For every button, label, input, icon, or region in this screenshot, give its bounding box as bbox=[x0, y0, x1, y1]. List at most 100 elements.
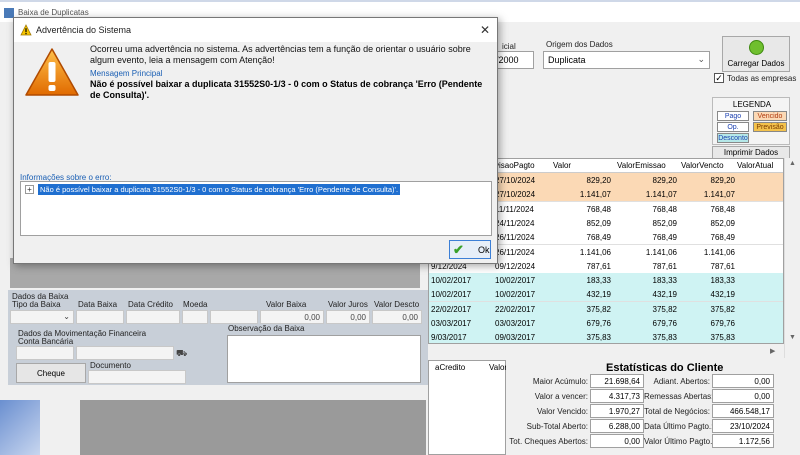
col-header[interactable]: ValorEmissao bbox=[617, 161, 666, 170]
stat-label: Total de Negócios: bbox=[644, 407, 710, 416]
stat-label: Maior Acúmulo: bbox=[532, 377, 588, 386]
grid-vertical-scrollbar[interactable]: ▲ ▼ bbox=[784, 158, 798, 358]
expand-icon[interactable]: + bbox=[25, 185, 34, 194]
table-cell: 679,76 bbox=[652, 319, 677, 328]
table-cell: 24/11/2024 bbox=[495, 218, 535, 228]
scroll-down-icon[interactable]: ▼ bbox=[789, 334, 796, 341]
carregar-dados-button[interactable]: Carregar Dados bbox=[722, 36, 790, 72]
desktop-background bbox=[0, 400, 40, 455]
table-cell: 768,48 bbox=[652, 204, 677, 214]
table-row[interactable]: 22/02/2017 375,82 375,82 375,82 22/02/2017 bbox=[429, 301, 783, 317]
valor-baixa-label: Valor Baixa bbox=[266, 300, 307, 309]
table-cell: 183,33 bbox=[710, 276, 735, 286]
observacao-textarea[interactable] bbox=[227, 335, 421, 383]
table-cell: 829,20 bbox=[652, 176, 677, 185]
stat-label: Valor Último Pagto.: bbox=[644, 437, 715, 446]
table-cell: 768,48 bbox=[586, 204, 611, 214]
grid-horizontal-scrollbar[interactable]: ▶ bbox=[428, 344, 784, 358]
data-credito-label: Data Crédito bbox=[128, 300, 173, 309]
legend-op: Op. bbox=[717, 122, 749, 132]
table-cell: 787,61 bbox=[652, 261, 677, 271]
stat-label: Valor Vencido: bbox=[537, 407, 588, 416]
stat-label: Remessas Abertas: bbox=[644, 392, 714, 401]
valor-descto-field[interactable]: 0,00 bbox=[372, 310, 422, 324]
valor-juros-label: Valor Juros bbox=[328, 300, 368, 309]
table-cell: 183,33 bbox=[586, 276, 611, 286]
origem-label: Origem dos Dados bbox=[546, 40, 613, 49]
moeda-desc-field[interactable] bbox=[210, 310, 258, 324]
col-header[interactable]: aCredito bbox=[435, 363, 465, 372]
table-row[interactable]: 10/02/2017 183,33 183,33 183,33 10/02/2017 bbox=[429, 273, 783, 289]
table-cell: 22/02/2017 bbox=[495, 304, 536, 314]
table-cell: 1.141,07 bbox=[703, 190, 735, 200]
table-cell: 183,33 bbox=[652, 276, 677, 286]
stat-label: Sub-Total Aberto: bbox=[526, 422, 588, 431]
chevron-down-icon: ⌄ bbox=[697, 54, 705, 64]
legend-desconto: Desconto bbox=[717, 133, 749, 143]
car-icon[interactable]: ⛟ bbox=[176, 348, 187, 360]
todas-empresas-checkbox[interactable]: ✓ bbox=[714, 73, 724, 83]
stat-label: Adiant. Abertos: bbox=[653, 377, 710, 386]
origem-value: Duplicata bbox=[548, 55, 586, 65]
dialog-message: Ocorreu uma advertência no sistema. As a… bbox=[90, 44, 471, 65]
table-row[interactable]: 03/03/2017 679,76 679,76 679,76 03/03/2017 bbox=[429, 316, 783, 331]
table-cell: 852,09 bbox=[652, 218, 677, 228]
origem-select[interactable]: Duplicata ⌄ bbox=[543, 51, 710, 69]
valor-descto-label: Valor Descto bbox=[374, 300, 420, 309]
col-header[interactable]: visaoPagto bbox=[495, 161, 535, 170]
table-cell: 11/11/2024 bbox=[495, 204, 534, 214]
table-cell: 787,61 bbox=[710, 261, 735, 271]
ok-button[interactable]: ✔ Ok bbox=[449, 240, 491, 259]
tipo-baixa-label: Tipo da Baixa bbox=[12, 300, 61, 309]
table-cell: 1.141,06 bbox=[703, 247, 735, 257]
chevron-down-icon: ⌄ bbox=[63, 312, 70, 321]
table-cell: 375,82 bbox=[586, 304, 611, 314]
table-cell: 768,49 bbox=[586, 233, 611, 243]
table-cell: 768,49 bbox=[710, 233, 735, 243]
data-baixa-field[interactable] bbox=[76, 310, 124, 324]
table-cell: 10/02/2017 bbox=[495, 290, 536, 300]
table-row[interactable]: 09/03/2017 375,83 375,83 375,83 9/03/2017 bbox=[429, 330, 783, 343]
tipo-baixa-select[interactable]: ⌄ bbox=[10, 310, 74, 324]
carregar-label: Carregar Dados bbox=[727, 59, 785, 68]
table-cell: 432,19 bbox=[586, 290, 611, 300]
scroll-up-icon[interactable]: ▲ bbox=[789, 160, 796, 167]
checkmark-icon: ✔ bbox=[453, 242, 464, 257]
data-credito-field[interactable] bbox=[126, 310, 180, 324]
table-cell: 26/11/2024 bbox=[495, 233, 535, 243]
valor-baixa-field[interactable]: 0,00 bbox=[260, 310, 324, 324]
col-header[interactable]: ValorVencto bbox=[681, 161, 724, 170]
scroll-right-icon[interactable]: ▶ bbox=[770, 347, 775, 355]
conta-bancaria-field[interactable] bbox=[16, 346, 74, 360]
info-erro-tree[interactable]: + Não é possível baixar a duplicata 3155… bbox=[20, 181, 492, 236]
table-cell: 852,09 bbox=[710, 218, 735, 228]
valor-juros-field[interactable]: 0,00 bbox=[326, 310, 370, 324]
table-cell: 829,20 bbox=[710, 176, 735, 185]
table-row[interactable]: 10/02/2017 432,19 432,19 432,19 10/02/2017 bbox=[429, 287, 783, 303]
stat-value: 466.548,17 bbox=[712, 404, 774, 418]
stat-value: 0,00 bbox=[712, 389, 774, 403]
table-cell: 09/03/2017 bbox=[495, 333, 536, 343]
table-cell: 768,48 bbox=[710, 204, 735, 214]
cheque-button[interactable]: Cheque bbox=[16, 363, 86, 383]
empty-panel bbox=[80, 400, 426, 455]
legend-pago: Pago bbox=[717, 111, 749, 121]
col-header[interactable]: ValorAtual bbox=[737, 161, 773, 170]
col-header[interactable]: Valor bbox=[553, 161, 571, 170]
stat-value: 6.288,00 bbox=[590, 419, 644, 433]
tree-item[interactable]: Não é possível baixar a duplicata 31552S… bbox=[38, 184, 401, 195]
close-icon[interactable]: ✕ bbox=[480, 23, 490, 37]
legenda-panel: LEGENDA Pago Vencido Op. Previsão Descon… bbox=[712, 97, 790, 145]
dialog-title: Advertência do Sistema bbox=[36, 25, 132, 35]
moeda-field[interactable] bbox=[182, 310, 208, 324]
creditos-grid[interactable]: aCredito ValorB bbox=[428, 360, 512, 455]
stat-value: 0,00 bbox=[590, 434, 644, 448]
documento-field[interactable] bbox=[88, 370, 186, 384]
table-cell: 432,19 bbox=[710, 290, 735, 300]
table-cell: 852,09 bbox=[586, 218, 611, 228]
table-cell: 432,19 bbox=[652, 290, 677, 300]
conta-bancaria-desc-field[interactable] bbox=[76, 346, 174, 360]
table-cell: 10/02/2017 bbox=[495, 276, 536, 286]
stat-label: Data Último Pagto.: bbox=[644, 422, 714, 431]
table-cell: 27/10/2024 bbox=[495, 176, 536, 185]
